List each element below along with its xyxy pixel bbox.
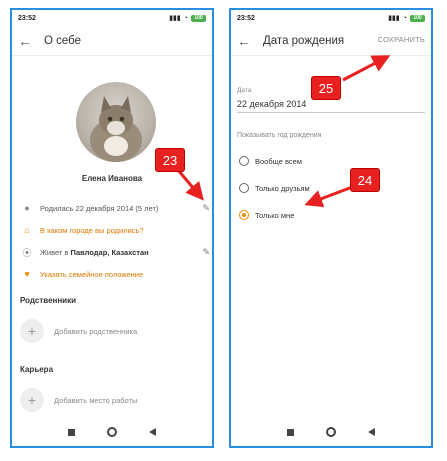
birth-city-row[interactable]: ⌂ В каком городе вы родились? — [20, 221, 210, 239]
avatar[interactable] — [76, 82, 156, 162]
phone-screen-birthdate: 23:52 ▮▮▮ ◔ 100 ← Дата рождения СОХРАНИТ… — [229, 8, 433, 448]
date-field[interactable]: 22 декабря 2014 — [237, 99, 306, 109]
radio-option-everyone[interactable]: Вообще всем — [239, 156, 302, 166]
page-title: Дата рождения — [263, 34, 345, 47]
radio-label: Вообще всем — [255, 156, 302, 166]
plus-icon: + — [20, 319, 44, 343]
app-bar: ← Дата рождения СОХРАНИТЬ — [231, 26, 431, 56]
recents-icon[interactable] — [287, 428, 294, 436]
cat-photo — [90, 96, 142, 162]
person-icon: ● — [24, 203, 30, 213]
home-nav-icon[interactable] — [107, 427, 117, 437]
signal-icon: ▮▮▮ — [388, 15, 400, 22]
page-title: О себе — [44, 34, 82, 47]
residence-city: Павлодар, Казахстан — [70, 247, 149, 257]
add-relative-button[interactable]: + Добавить родственника — [20, 318, 137, 344]
family-status-prompt: Указать семейное положение — [40, 269, 144, 279]
location-pin-icon: ⦿ — [22, 247, 32, 258]
system-nav-bar — [231, 418, 431, 446]
residence-row[interactable]: ⦿ Живет в Павлодар, Казахстан ✎ — [20, 243, 210, 261]
birthday-text: Родилась 22 декабря 2014 (5 лет) — [40, 203, 159, 213]
system-nav-bar — [12, 418, 212, 446]
phone-screen-about: 23:52 ▮▮▮ ◔ 100 ← О себе Елена Иванова ●… — [10, 8, 214, 448]
home-icon: ⌂ — [24, 225, 30, 235]
status-bar: 23:52 ▮▮▮ ◔ 100 — [231, 10, 431, 26]
radio-option-friends[interactable]: Только друзьям — [239, 183, 310, 193]
back-arrow-icon[interactable]: ← — [18, 33, 36, 49]
family-status-row[interactable]: ♥ Указать семейное положение — [20, 265, 210, 283]
battery-icon: 100 — [410, 14, 425, 22]
home-nav-icon[interactable] — [326, 427, 336, 437]
add-job-label: Добавить место работы — [54, 395, 138, 405]
radio-label: Только друзьям — [255, 183, 310, 193]
edit-pencil-icon[interactable]: ✎ — [202, 203, 210, 214]
battery-icon: 100 — [191, 14, 206, 22]
annotation-badge-24: 24 — [350, 168, 380, 192]
status-time: 23:52 — [237, 14, 255, 22]
signal-icon: ▮▮▮ — [169, 15, 181, 22]
relatives-title: Родственники — [20, 296, 77, 305]
back-arrow-icon[interactable]: ← — [237, 33, 255, 49]
career-title: Карьера — [20, 365, 54, 374]
radio-button-selected[interactable] — [239, 210, 249, 220]
status-time: 23:52 — [18, 14, 36, 22]
radio-label: Только мне — [255, 210, 295, 220]
residence-prefix: Живет в — [40, 247, 69, 257]
wifi-icon: ◔ — [402, 14, 407, 22]
plus-icon: + — [20, 388, 44, 412]
wifi-icon: ◔ — [183, 14, 188, 22]
annotation-badge-23: 23 — [155, 148, 185, 172]
show-year-label: Показывать год рождения — [237, 132, 322, 139]
add-relative-label: Добавить родственника — [54, 326, 138, 336]
annotation-badge-25: 25 — [311, 76, 341, 100]
heart-icon: ♥ — [24, 269, 30, 279]
status-bar: 23:52 ▮▮▮ ◔ 100 — [12, 10, 212, 26]
recents-icon[interactable] — [68, 428, 75, 436]
date-field-label: Дата — [237, 87, 252, 94]
back-nav-icon[interactable] — [368, 428, 375, 436]
radio-button[interactable] — [239, 156, 249, 166]
birth-city-prompt: В каком городе вы родились? — [40, 225, 144, 235]
back-nav-icon[interactable] — [149, 428, 156, 436]
edit-residence-pencil-icon[interactable]: ✎ — [202, 247, 210, 258]
date-field-underline — [237, 112, 425, 113]
radio-button[interactable] — [239, 183, 249, 193]
birthday-row[interactable]: ● Родилась 22 декабря 2014 (5 лет) ✎ — [20, 199, 210, 217]
profile-name: Елена Иванова — [81, 174, 143, 183]
save-button[interactable]: СОХРАНИТЬ — [378, 35, 425, 44]
add-job-button[interactable]: + Добавить место работы — [20, 387, 137, 413]
app-bar: ← О себе — [12, 26, 212, 56]
radio-option-only-me[interactable]: Только мне — [239, 210, 294, 220]
